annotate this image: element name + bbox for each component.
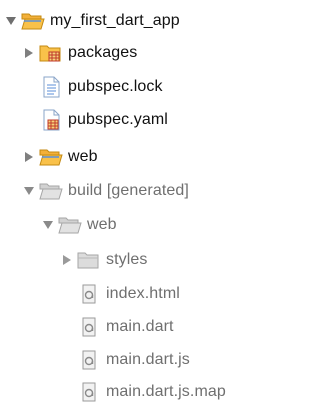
folder-closed-icon (39, 146, 63, 168)
file-icon (77, 316, 101, 338)
tree-item-label: main.dart.js.map (106, 383, 226, 400)
chevron-right-icon[interactable] (20, 44, 38, 62)
chevron-down-icon[interactable] (39, 216, 57, 234)
tree-item-main-dart-js-map[interactable]: main.dart.js.map (76, 376, 226, 408)
chevron-down-icon[interactable] (20, 182, 38, 200)
chevron-down-icon[interactable] (2, 12, 20, 30)
folder-open-icon (21, 10, 45, 32)
tree-item-pubspec-yaml[interactable]: pubspec.yaml (38, 104, 168, 136)
tree-item-label: pubspec.lock (68, 78, 163, 95)
tree-item-packages[interactable]: packages (20, 37, 137, 69)
project-explorer-tree: my_first_dart_app packages pubspec.lock (0, 0, 331, 409)
file-icon (77, 283, 101, 305)
tree-item-build-generated[interactable]: build [generated] (20, 175, 189, 207)
tree-item-my-first-dart-app[interactable]: my_first_dart_app (2, 5, 180, 37)
folder-closed-icon (77, 249, 101, 271)
file-icon (77, 381, 101, 403)
tree-item-web[interactable]: web (20, 141, 98, 173)
tree-item-label: pubspec.yaml (68, 111, 168, 128)
tree-item-label: styles (106, 251, 148, 268)
tree-item-label: web (68, 148, 98, 165)
document-icon (39, 76, 63, 98)
tree-item-pubspec-lock[interactable]: pubspec.lock (38, 71, 163, 103)
tree-item-main-dart-js[interactable]: main.dart.js (76, 344, 190, 376)
folder-open-icon (58, 214, 82, 236)
tree-item-main-dart[interactable]: main.dart (76, 311, 174, 343)
tree-item-build-web[interactable]: web (39, 209, 117, 241)
tree-item-label: packages (68, 44, 138, 61)
tree-item-label: main.dart.js (106, 351, 190, 368)
chevron-right-icon[interactable] (20, 148, 38, 166)
tree-item-label: main.dart (106, 318, 174, 335)
package-file-icon (39, 109, 63, 131)
chevron-right-icon[interactable] (58, 251, 76, 269)
tree-item-label: build [generated] (68, 182, 189, 199)
tree-item-styles[interactable]: styles (58, 244, 148, 276)
tree-item-label: web (87, 216, 117, 233)
tree-item-index-html[interactable]: index.html (76, 278, 180, 310)
tree-item-label: my_first_dart_app (50, 12, 180, 29)
file-icon (77, 349, 101, 371)
package-folder-icon (39, 42, 63, 64)
folder-open-icon (39, 180, 63, 202)
tree-item-label: index.html (106, 285, 180, 302)
